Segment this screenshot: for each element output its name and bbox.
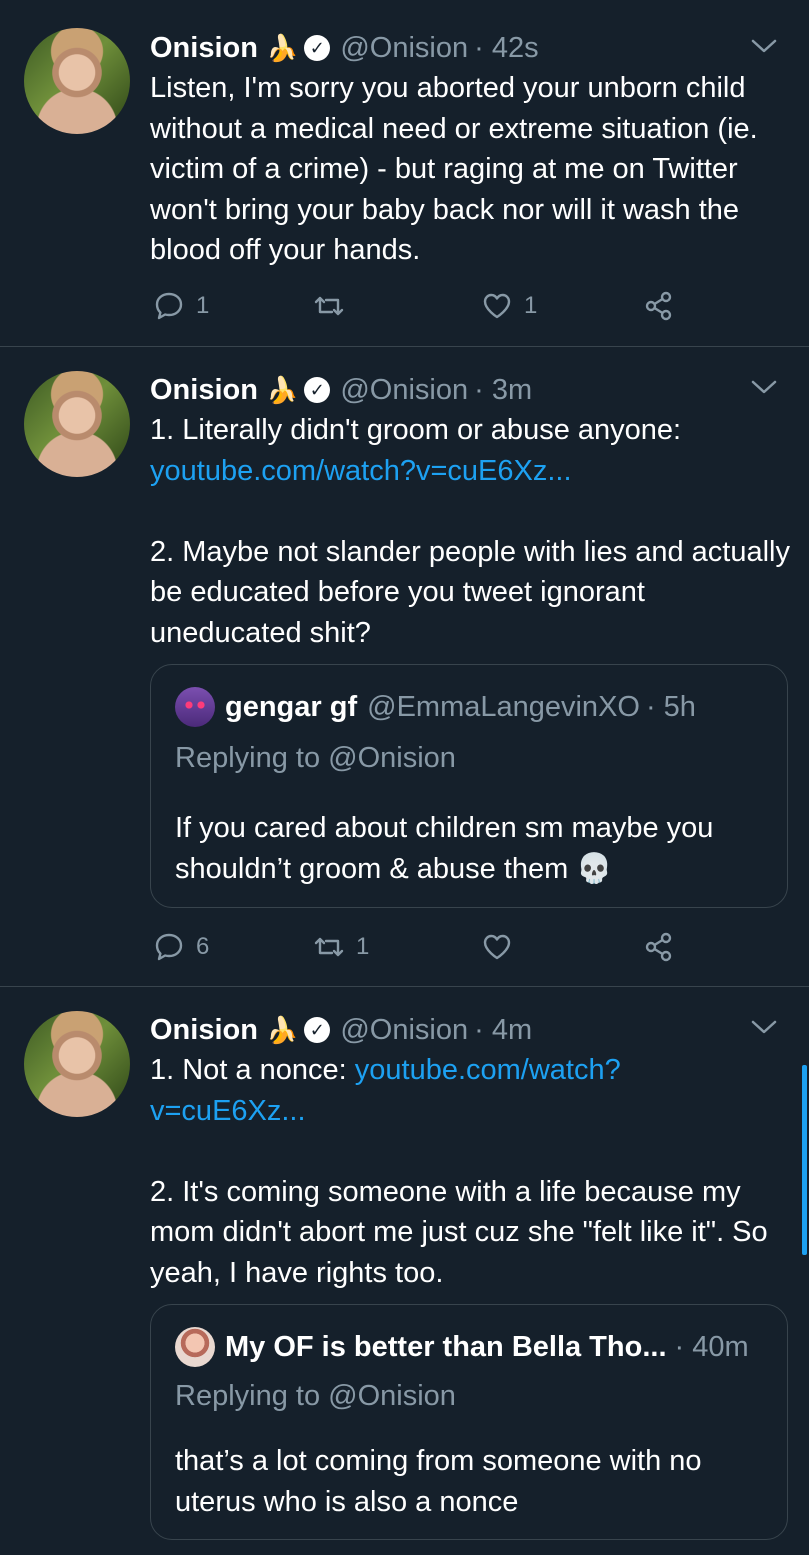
share-icon [645,291,672,321]
handle[interactable]: @Onision [340,1014,468,1047]
quoted-avatar [175,687,215,727]
like-button[interactable]: 1 [480,286,537,326]
reply-count: 1 [196,292,210,319]
display-name[interactable]: Onision [150,32,258,65]
tweet-text-line: 1. Not a nonce: youtube.com/watch? [150,1050,790,1091]
reply-count: 6 [196,933,210,960]
chevron-down-icon[interactable] [749,34,779,58]
retweet-button[interactable] [312,286,356,326]
quoted-tweet-header: gengar gf @EmmaLangevinXO · 5h [175,687,696,727]
chevron-down-icon[interactable] [749,375,779,399]
timestamp[interactable]: · 3m [474,374,532,407]
tweet-header: Onision 🍌 ✓ @Onision · 42s [150,30,539,66]
banana-emoji-icon: 🍌 [265,374,299,405]
share-button[interactable] [642,927,676,967]
like-icon [483,934,511,960]
chevron-down-icon[interactable] [749,1015,779,1039]
timestamp[interactable]: · 42s [474,32,538,65]
tweet-3[interactable]: Onision 🍌 ✓ @Onision · 4m 1. Not a nonce… [0,987,809,1555]
quoted-text: If you cared about children sm maybe you… [175,812,714,885]
quoted-display-name: gengar gf [225,690,358,723]
avatar[interactable] [24,28,130,134]
retweet-icon [314,937,344,957]
tweet-text-paragraph: 2. It's coming someone with a life becau… [150,1175,768,1289]
like-button[interactable] [480,927,524,967]
tweet-text: Listen, I'm sorry you aborted your unbor… [150,72,758,266]
quoted-tweet[interactable]: My OF is better than Bella Tho... · 40m … [150,1304,788,1540]
retweet-count: 1 [356,933,370,960]
tweet-text-prefix: 1. Not a nonce: [150,1054,355,1086]
tweet-2[interactable]: Onision 🍌 ✓ @Onision · 3m 1. Literally d… [0,347,809,985]
display-name[interactable]: Onision [150,1014,258,1047]
banana-emoji-icon: 🍌 [265,32,299,63]
reply-icon [155,933,183,961]
quoted-handle: @EmmaLangevinXO [367,690,640,723]
quoted-tweet[interactable]: gengar gf @EmmaLangevinXO · 5h Replying … [150,664,788,908]
timeline: Onision 🍌 ✓ @Onision · 42s Listen, I'm s… [0,0,809,1555]
avatar[interactable] [24,371,130,477]
quoted-display-name: My OF is better than Bella Tho... [225,1330,667,1363]
replying-to: Replying to @Onision [175,1380,456,1412]
banana-emoji-icon: 🍌 [265,1014,299,1045]
like-count: 1 [524,292,538,319]
avatar[interactable] [24,1011,130,1117]
tweet-header: Onision 🍌 ✓ @Onision · 4m [150,1012,532,1048]
tweet-text: 1. Not a nonce: youtube.com/watch? v=cuE… [150,1050,790,1293]
tweet-text-paragraph: 2. Maybe not slander people with lies an… [150,535,790,649]
tweet-actions: 1 1 [150,286,690,326]
quoted-text: that’s a lot coming from someone with no… [175,1445,702,1518]
quoted-timestamp: · 5h [645,690,696,723]
tweet-link[interactable]: youtube.com/watch?v=cuE6Xz... [150,451,790,492]
verified-badge-icon: ✓ [304,377,331,403]
reply-button[interactable]: 6 [152,927,209,967]
tweet-header: Onision 🍌 ✓ @Onision · 3m [150,372,532,408]
handle[interactable]: @Onision [340,32,468,65]
retweet-icon [314,296,344,316]
reply-button[interactable]: 1 [152,286,209,326]
verified-badge-icon: ✓ [304,1017,331,1043]
replying-to: Replying to @Onision [175,742,456,774]
tweet-1[interactable]: Onision 🍌 ✓ @Onision · 42s Listen, I'm s… [0,0,809,346]
quoted-timestamp: · 40m [674,1330,749,1363]
tweet-text: 1. Literally didn't groom or abuse anyon… [150,410,790,653]
quoted-avatar [175,1327,215,1367]
timestamp[interactable]: · 4m [474,1014,532,1047]
tweet-text-line: 1. Literally didn't groom or abuse anyon… [150,414,682,446]
tweet-link-continued[interactable]: v=cuE6Xz... [150,1091,790,1132]
share-button[interactable] [642,286,676,326]
like-icon [483,293,511,319]
share-icon [645,932,672,962]
retweet-button[interactable]: 1 [312,927,369,967]
quoted-tweet-header: My OF is better than Bella Tho... · 40m [175,1327,749,1367]
scrollbar[interactable] [802,1065,807,1255]
reply-icon [155,292,183,320]
display-name[interactable]: Onision [150,374,258,407]
verified-badge-icon: ✓ [304,35,331,61]
tweet-actions: 6 1 [150,927,690,967]
tweet-link[interactable]: youtube.com/watch? [355,1054,621,1086]
handle[interactable]: @Onision [340,374,468,407]
